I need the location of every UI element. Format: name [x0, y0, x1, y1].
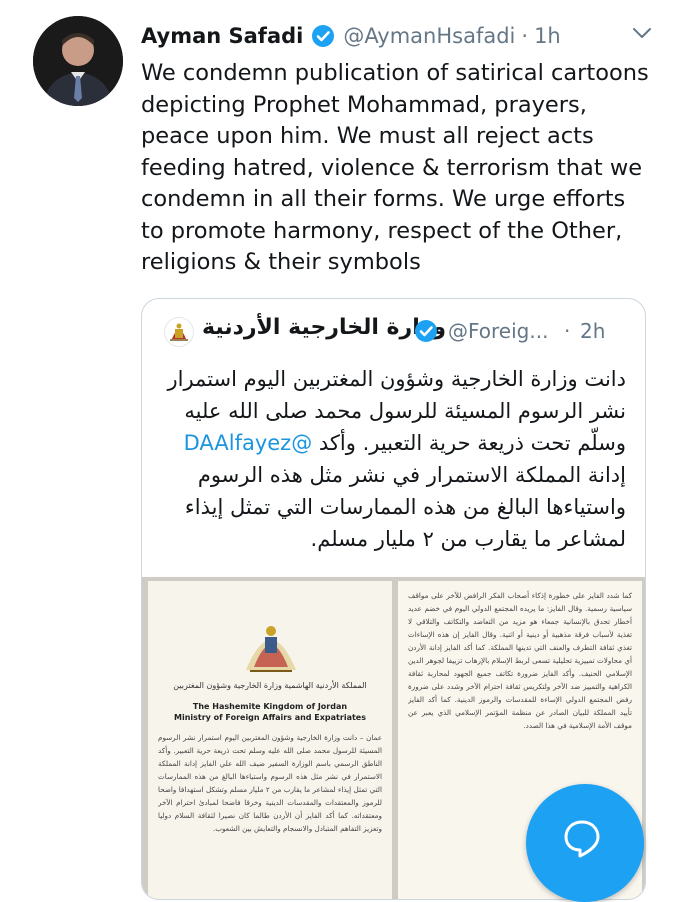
ministry-name-english: The Hashemite Kingdom of Jordan Ministry… — [158, 701, 382, 723]
quoted-text-part2: إدانة المملكة الاستمرار في نشر مثل هذه ا… — [184, 463, 626, 551]
tweet-header: Ayman Safadi @AymanHsafadi · 1h — [141, 18, 665, 54]
document-page-left: المملكة الأردنية الهاشمية وزارة الخارجية… — [148, 581, 392, 899]
ministry-name-arabic: المملكة الأردنية الهاشمية وزارة الخارجية… — [173, 681, 367, 690]
quoted-tweet-header: وزارة الخارجية الأردنية @Foreig... · 2h — [142, 313, 645, 353]
verified-badge-icon — [415, 320, 437, 342]
separator-dot: · — [564, 319, 571, 343]
quoted-author-handle[interactable]: @Foreig... — [448, 319, 548, 343]
compose-reply-icon — [564, 820, 600, 858]
ministry-en-line2: Ministry of Foreign Affairs and Expatria… — [174, 713, 366, 722]
tweet-timestamp[interactable]: 1h — [534, 24, 561, 48]
quoted-author-name[interactable]: وزارة الخارجية الأردنية — [202, 315, 446, 340]
jordan-emblem-icon — [164, 317, 194, 347]
tweet-text: We condemn publication of satirical cart… — [141, 60, 649, 275]
author-avatar[interactable] — [33, 16, 123, 106]
author-name[interactable]: Ayman Safadi — [141, 24, 303, 48]
quoted-tweet-text: دانت وزارة الخارجية وشؤون المغتربين اليو… — [156, 363, 626, 555]
separator-dot: · — [521, 24, 529, 48]
compose-reply-button[interactable] — [526, 784, 644, 902]
chevron-down-icon[interactable] — [631, 22, 653, 44]
jordan-coat-of-arms-icon — [246, 626, 296, 672]
mention-link[interactable]: @DAAlfayez — [184, 431, 313, 455]
document-left-body: عمان – دانت وزارة الخارجية وشؤون المغترب… — [158, 733, 382, 833]
verified-badge-icon — [312, 25, 335, 47]
ministry-en-line1: The Hashemite Kingdom of Jordan — [192, 702, 348, 711]
person-avatar-icon — [33, 16, 123, 106]
author-handle[interactable]: @AymanHsafadi — [343, 24, 515, 48]
quoted-tweet-timestamp[interactable]: 2h — [580, 319, 605, 343]
